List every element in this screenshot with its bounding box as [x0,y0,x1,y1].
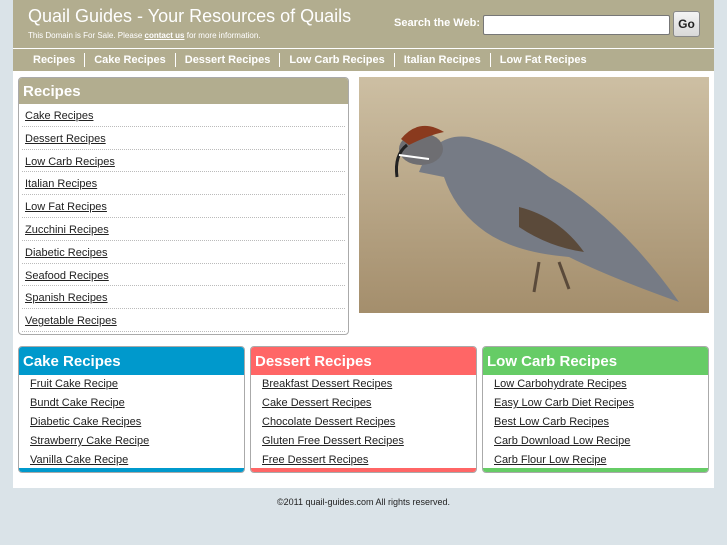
box-bottom-bar [19,468,244,472]
low-carb-link[interactable]: Easy Low Carb Diet Recipes [494,397,634,409]
top-nav: Recipes Cake Recipes Dessert Recipes Low… [13,49,714,71]
page-container: Quail Guides - Your Resources of Quails … [13,0,714,488]
nav-low-fat-recipes[interactable]: Low Fat Recipes [491,53,596,67]
quail-photo [359,77,709,313]
cake-link[interactable]: Bundt Cake Recipe [30,397,125,409]
low-carb-recipes-box: Low Carb Recipes Low Carbohydrate Recipe… [482,346,709,473]
recipes-box: Recipes Cake Recipes Dessert Recipes Low… [18,77,349,335]
contact-us-link[interactable]: contact us [145,31,185,40]
recipes-box-title: Recipes [19,78,348,104]
dessert-link[interactable]: Free Dessert Recipes [262,454,368,466]
cake-link[interactable]: Fruit Cake Recipe [30,378,118,390]
cake-recipes-box: Cake Recipes Fruit Cake Recipe Bundt Cak… [18,346,245,473]
sidebar-link[interactable]: Vegetable Recipes [25,315,117,327]
low-carb-link[interactable]: Carb Download Low Recipe [494,435,630,447]
go-button[interactable]: Go [673,11,700,37]
nav-cake-recipes[interactable]: Cake Recipes [85,53,176,67]
search-label: Search the Web: [394,17,480,29]
sidebar-link[interactable]: Spanish Recipes [25,292,108,304]
sidebar-link[interactable]: Low Carb Recipes [25,156,115,168]
dessert-link[interactable]: Cake Dessert Recipes [262,397,371,409]
sidebar-link[interactable]: Seafood Recipes [25,270,109,282]
box-bottom-bar [251,468,476,472]
nav-low-carb-recipes[interactable]: Low Carb Recipes [280,53,395,67]
notice-text: This Domain is For Sale. Please [28,31,145,40]
search-input[interactable] [483,15,670,35]
header: Quail Guides - Your Resources of Quails … [13,0,714,48]
cake-link[interactable]: Diabetic Cake Recipes [30,416,141,428]
sidebar-link[interactable]: Italian Recipes [25,178,97,190]
sidebar-link[interactable]: Zucchini Recipes [25,224,109,236]
dessert-recipes-title: Dessert Recipes [251,347,476,375]
cake-link[interactable]: Strawberry Cake Recipe [30,435,149,447]
low-carb-link[interactable]: Best Low Carb Recipes [494,416,609,428]
nav-dessert-recipes[interactable]: Dessert Recipes [176,53,281,67]
footer-copyright: ©2011 quail-guides.com All rights reserv… [276,497,451,507]
nav-recipes[interactable]: Recipes [24,53,86,67]
cake-link[interactable]: Vanilla Cake Recipe [30,454,128,466]
domain-sale-notice: This Domain is For Sale. Please contact … [28,31,261,40]
sidebar-link[interactable]: Low Fat Recipes [25,201,107,213]
dessert-recipes-box: Dessert Recipes Breakfast Dessert Recipe… [250,346,477,473]
sidebar-link[interactable]: Cake Recipes [25,110,93,122]
low-carb-link[interactable]: Low Carbohydrate Recipes [494,378,627,390]
low-carb-recipes-title: Low Carb Recipes [483,347,708,375]
dessert-link[interactable]: Gluten Free Dessert Recipes [262,435,404,447]
dessert-link[interactable]: Breakfast Dessert Recipes [262,378,392,390]
sidebar-link[interactable]: Diabetic Recipes [25,247,108,259]
site-title: Quail Guides - Your Resources of Quails [28,6,352,26]
dessert-link[interactable]: Chocolate Dessert Recipes [262,416,395,428]
sidebar-link[interactable]: Dessert Recipes [25,133,106,145]
low-carb-link[interactable]: Carb Flour Low Recipe [494,454,607,466]
notice-text-end: for more information. [184,31,261,40]
cake-recipes-title: Cake Recipes [19,347,244,375]
box-bottom-bar [483,468,708,472]
nav-italian-recipes[interactable]: Italian Recipes [395,53,491,67]
